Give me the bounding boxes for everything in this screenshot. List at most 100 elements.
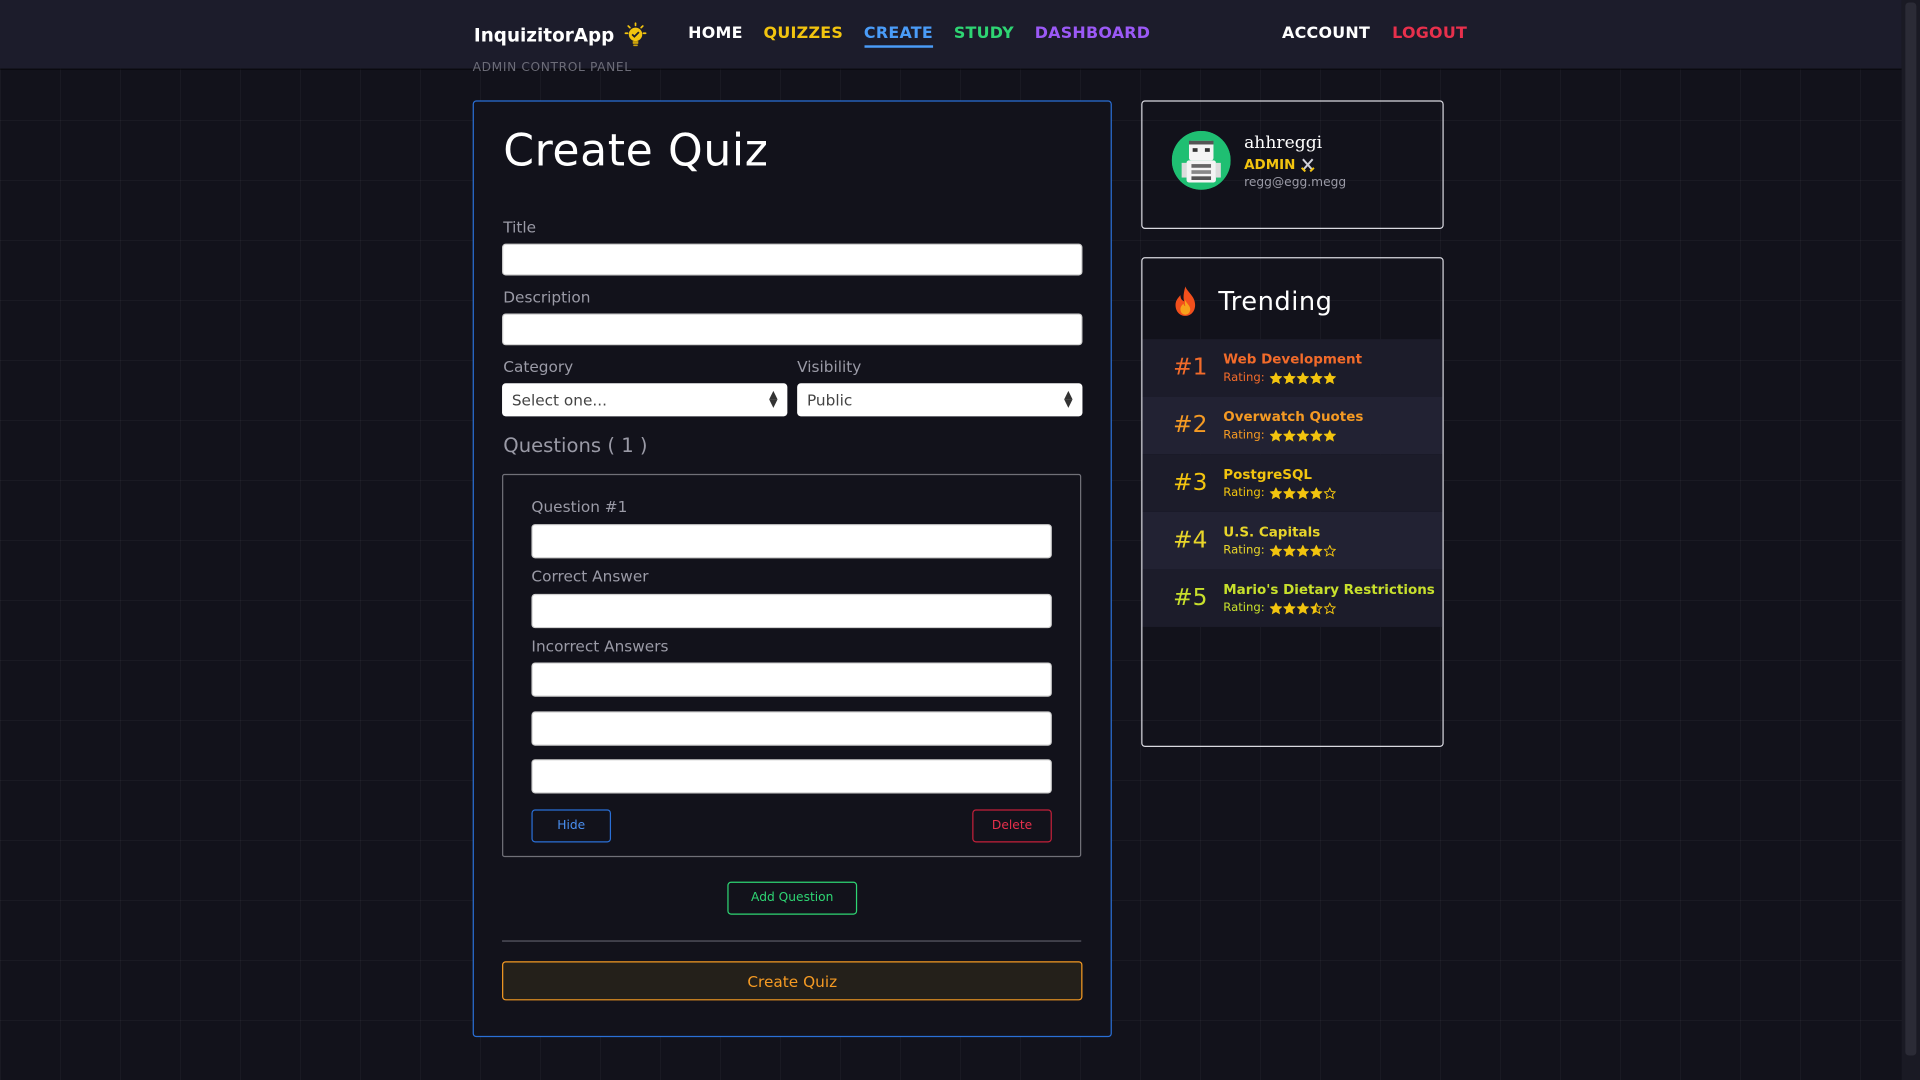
nav-create-link[interactable]: CREATE: [863, 24, 934, 48]
trending-rating: Rating:: [1223, 428, 1336, 443]
incorrect-answer-input[interactable]: [531, 662, 1052, 697]
page-scrollbar[interactable]: [1901, 0, 1920, 1080]
star-filled-icon: [1323, 429, 1336, 442]
trending-quiz-name[interactable]: U.S. Capitals: [1223, 524, 1320, 540]
trending-quiz-name[interactable]: Overwatch Quotes: [1223, 409, 1363, 425]
category-select[interactable]: Select one... ▲ ▼: [502, 383, 788, 417]
rating-stars: [1269, 486, 1336, 499]
select-caret-icon: ▲ ▼: [1064, 388, 1073, 410]
brand-logo[interactable]: InquizitorApp: [474, 22, 649, 49]
trending-rank: #5: [1173, 584, 1208, 612]
nav-logout-link[interactable]: LOGOUT: [1392, 24, 1467, 45]
rating-stars: [1269, 429, 1336, 442]
rating-stars: [1269, 601, 1336, 614]
star-filled-icon: [1283, 486, 1296, 499]
trending-item[interactable]: #1 Web Development Rating:: [1142, 339, 1443, 397]
delete-question-button[interactable]: Delete: [972, 809, 1052, 843]
star-filled-icon: [1283, 544, 1296, 557]
question-card: Question #1 Correct Answer Incorrect Ans…: [502, 473, 1082, 858]
description-input[interactable]: [502, 313, 1083, 346]
scrollbar-thumb[interactable]: [1905, 2, 1917, 1056]
rating-label: Rating:: [1223, 428, 1265, 443]
star-filled-icon: [1296, 601, 1309, 614]
select-caret-icon: ▲ ▼: [769, 388, 778, 410]
hide-question-button[interactable]: Hide: [531, 809, 612, 843]
star-filled-icon: [1283, 429, 1296, 442]
trending-quiz-name[interactable]: Web Development: [1223, 351, 1362, 367]
trending-quiz-name[interactable]: Mario's Dietary Restrictions: [1223, 582, 1435, 598]
star-filled-icon: [1269, 371, 1282, 384]
rating-stars: [1269, 544, 1336, 557]
profile-card: ahhreggi ADMIN regg@egg.megg: [1141, 100, 1444, 229]
trending-rank: #1: [1173, 353, 1208, 381]
star-filled-icon: [1296, 486, 1309, 499]
star-filled-icon: [1323, 371, 1336, 384]
category-selected-value: Select one...: [511, 390, 608, 409]
trending-card: Trending #1 Web Development Rating: #2 Overw…: [1141, 257, 1444, 747]
visibility-select[interactable]: Public ▲ ▼: [797, 383, 1083, 417]
trending-item[interactable]: #3 PostgreSQL Rating:: [1142, 454, 1443, 512]
trending-item[interactable]: #4 U.S. Capitals Rating:: [1142, 511, 1443, 570]
brand-name: InquizitorApp: [473, 24, 615, 47]
trending-rating: Rating:: [1223, 544, 1336, 557]
category-label: Category: [503, 357, 574, 376]
correct-answer-input[interactable]: [531, 593, 1052, 629]
trending-header: Trending: [1172, 285, 1333, 317]
questions-heading: Questions ( 1 ): [503, 433, 648, 457]
create-quiz-submit-button[interactable]: Create Quiz: [502, 961, 1083, 1001]
add-question-button[interactable]: Add Question: [727, 881, 858, 915]
star-filled-icon: [1296, 429, 1309, 442]
question-label: Question #1: [531, 497, 628, 516]
title-input[interactable]: [502, 243, 1083, 276]
nav-home-link[interactable]: HOME: [688, 24, 743, 47]
rating-label: Rating:: [1223, 371, 1265, 385]
star-filled-icon: [1310, 429, 1323, 442]
star-half-icon: [1310, 601, 1323, 614]
rating-stars: [1269, 371, 1336, 384]
avatar[interactable]: [1171, 131, 1231, 190]
admin-control-panel-label: ADMIN CONTROL PANEL: [472, 61, 632, 72]
description-label: Description: [503, 287, 591, 307]
star-empty-icon: [1323, 544, 1336, 557]
star-filled-icon: [1310, 371, 1323, 384]
lightbulb-icon: [624, 22, 647, 47]
robot-avatar-icon: [1171, 131, 1231, 190]
trending-item[interactable]: #5 Mario's Dietary Restrictions Rating:: [1142, 569, 1443, 627]
trending-rating: Rating:: [1223, 371, 1336, 385]
star-filled-icon: [1283, 601, 1296, 614]
create-quiz-card: Create Quiz Title Description Category S…: [472, 100, 1112, 1038]
visibility-label: Visibility: [797, 357, 862, 376]
trending-item[interactable]: #2 Overwatch Quotes Rating:: [1142, 396, 1443, 455]
correct-answer-label: Correct Answer: [531, 566, 649, 586]
profile-role: ADMIN: [1244, 157, 1315, 173]
question-input[interactable]: [531, 524, 1052, 559]
rating-label: Rating:: [1223, 601, 1265, 615]
form-divider: [502, 940, 1082, 942]
star-filled-icon: [1269, 601, 1282, 614]
title-label: Title: [503, 217, 537, 237]
star-filled-icon: [1296, 371, 1309, 384]
nav-quizzes-link[interactable]: QUIZZES: [764, 24, 844, 47]
rating-label: Rating:: [1223, 486, 1265, 500]
trending-rating: Rating:: [1223, 601, 1336, 615]
star-empty-icon: [1323, 486, 1336, 499]
star-filled-icon: [1310, 544, 1323, 557]
star-filled-icon: [1269, 544, 1282, 557]
nav-account-link[interactable]: ACCOUNT: [1282, 24, 1370, 45]
incorrect-answer-input[interactable]: [531, 759, 1052, 794]
trending-rank: #4: [1173, 526, 1208, 554]
incorrect-answer-input[interactable]: [531, 711, 1052, 746]
profile-email: regg@egg.megg: [1244, 176, 1347, 190]
incorrect-answers-label: Incorrect Answers: [531, 636, 669, 656]
visibility-selected-value: Public: [806, 390, 853, 409]
trending-rank: #2: [1173, 411, 1208, 439]
profile-username: ahhreggi: [1244, 133, 1323, 154]
star-filled-icon: [1310, 486, 1323, 499]
nav-dashboard-link[interactable]: DASHBOARD: [1035, 24, 1151, 47]
trending-title: Trending: [1218, 286, 1333, 316]
page-title: Create Quiz: [503, 126, 769, 177]
top-navbar: InquizitorApp HOME QUIZZES CREATE STUDY …: [0, 0, 1902, 69]
star-filled-icon: [1269, 486, 1282, 499]
trending-quiz-name[interactable]: PostgreSQL: [1223, 467, 1312, 483]
nav-study-link[interactable]: STUDY: [954, 24, 1014, 47]
